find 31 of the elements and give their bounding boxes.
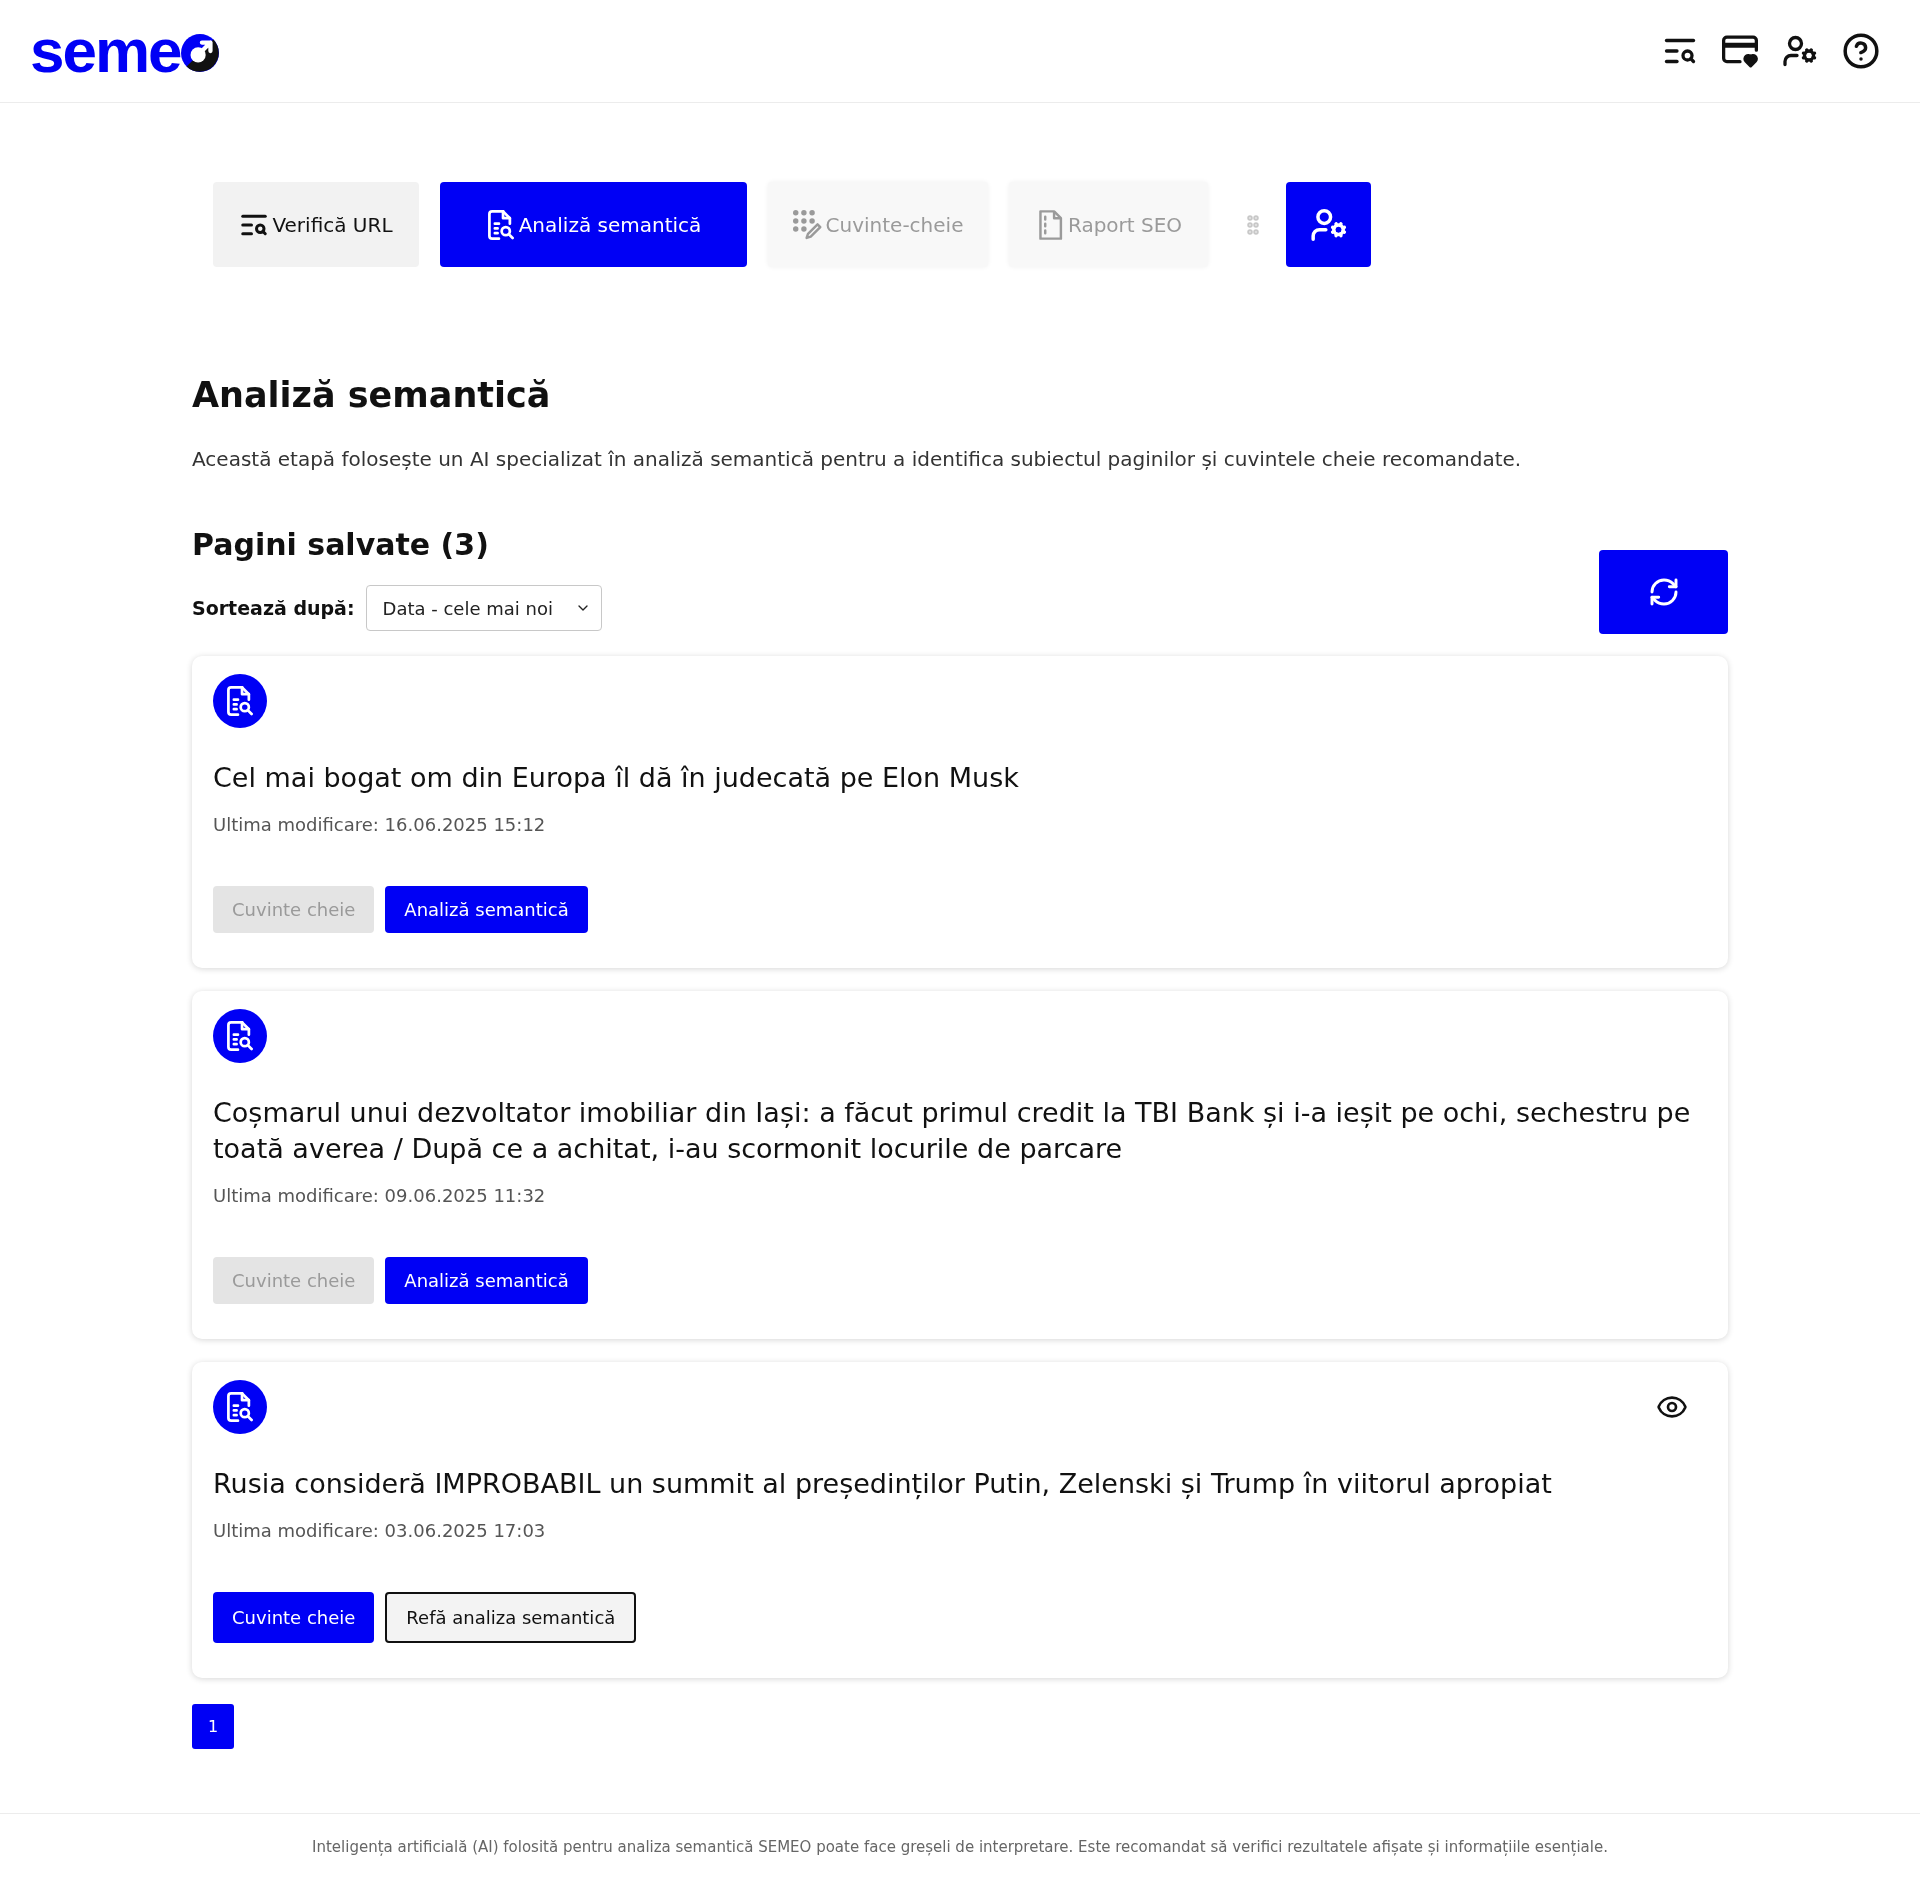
page-description: Această etapă folosește un AI specializat în analiză semantică pentru a identifica subiectul paginilor și cuvintele cheie recomandate.	[192, 446, 1523, 473]
logo-wordmark: seme	[30, 20, 181, 82]
file-search-icon	[213, 1380, 267, 1434]
nav-tab[interactable]: Verifică URL	[213, 182, 419, 267]
card-heart-icon[interactable]	[1722, 34, 1758, 68]
refresh-button[interactable]	[1599, 550, 1728, 634]
section-title: Pagini salvate (3)	[192, 526, 490, 564]
file-search-icon	[485, 209, 516, 240]
page-title-text: Rusia consideră IMPROBABIL un summit al președinților Putin, Zelenski și Trump în viitorul apropiat	[213, 1467, 1553, 1502]
page-title-text: Cel mai bogat om din Europa îl dă în judecată pe Elon Musk	[213, 761, 1020, 795]
action-button[interactable]: Analiză semantică	[385, 886, 588, 933]
redo-analysis-button[interactable]: Refă analiza semantică	[385, 1592, 637, 1643]
page-title: Analiză semantică	[192, 374, 552, 417]
modified-date: Ultima modificare: 09.06.2025 11:32	[213, 1184, 547, 1208]
modified-date: Ultima modificare: 16.06.2025 15:12	[213, 813, 547, 837]
dots-pencil-icon	[792, 209, 823, 240]
help-icon[interactable]	[1842, 32, 1880, 70]
logo-mark-icon	[180, 34, 219, 72]
ai-disclaimer: Inteligența artificială (AI) folosită pentru analiza semantică SEMEO poate face greșeli de interpretare. Este recomandat să verifici rezultatele afișate și informațiile esențiale.	[312, 1836, 1608, 1858]
user-settings-icon[interactable]	[1782, 33, 1818, 69]
user-settings-button[interactable]	[1286, 182, 1371, 267]
action-button[interactable]: Cuvinte cheie	[213, 1592, 375, 1643]
nav-tab[interactable]: Analiză semantică	[440, 182, 747, 267]
sort-select[interactable]: Data - cele mai noi	[365, 585, 602, 631]
sort-label: Sortează după:	[192, 595, 355, 621]
page-title-text: Coșmarul unui dezvoltator imobiliar din Iași: a făcut primul credit la TBI Bank și i-a ieșit pe ochi, sechestru pe toată averea / După ce a achitat, i-au scormonit locurile de parcare	[213, 1096, 1692, 1166]
file-search-icon	[213, 674, 267, 728]
action-button[interactable]: Analiză semantică	[385, 1257, 588, 1304]
file-search-icon	[213, 1009, 267, 1063]
page-number-button[interactable]: 1	[192, 1704, 234, 1749]
modified-date: Ultima modificare: 03.06.2025 17:03	[213, 1519, 547, 1543]
